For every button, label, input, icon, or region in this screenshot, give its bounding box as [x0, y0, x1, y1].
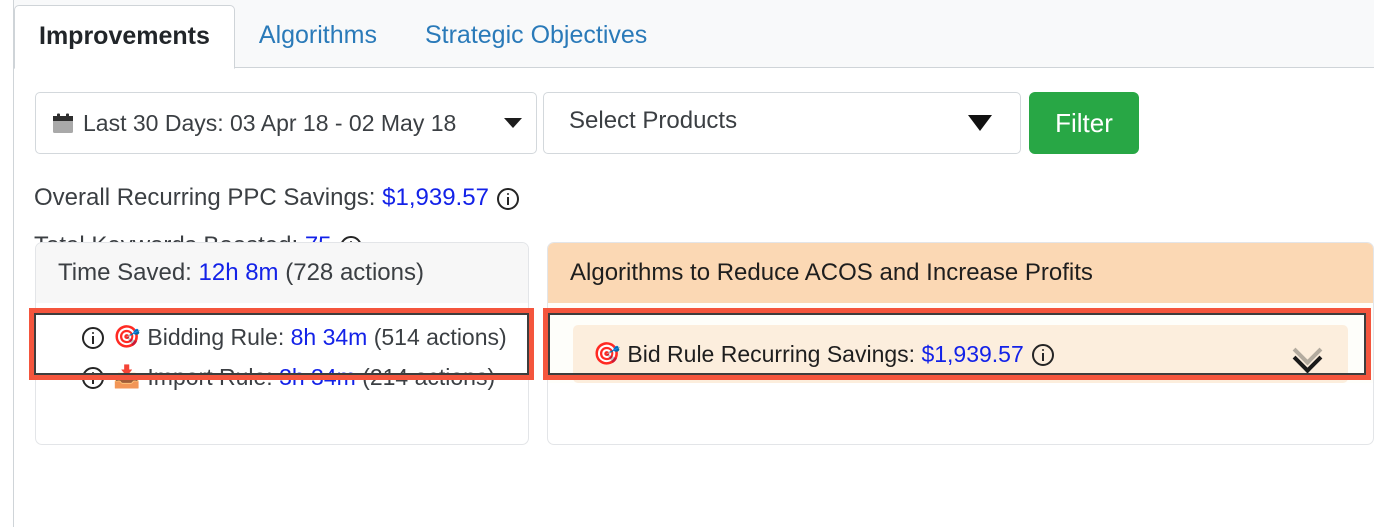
- tab-improvements[interactable]: Improvements: [14, 5, 235, 69]
- info-icon[interactable]: [496, 188, 519, 210]
- dart-target-icon: 🎯: [113, 324, 141, 349]
- algorithms-header[interactable]: Algorithms to Reduce ACOS and Increase P…: [548, 243, 1373, 303]
- import-rule-row: 📥 Import Rule: 3h 34m (214 actions): [36, 357, 528, 397]
- import-rule-value: 3h 34m: [279, 363, 356, 390]
- select-products-value: Select Products: [569, 107, 738, 134]
- bidding-rule-actions: (514 actions): [373, 323, 507, 350]
- filter-toolbar: Last 30 Days: 03 Apr 18 - 02 May 18 Sele…: [35, 92, 1139, 154]
- overall-savings-label: Overall Recurring PPC Savings:: [34, 184, 376, 211]
- tab-improvements-label: Improvements: [39, 22, 210, 50]
- tab-bar: Improvements Algorithms Strategic Object…: [0, 0, 1374, 69]
- bid-rule-savings-value: $1,939.57: [921, 340, 1024, 367]
- time-saved-card: Time Saved: 12h 8m (728 actions) 🎯 Biddi…: [35, 242, 529, 445]
- algorithms-body: 🎯 Bid Rule Recurring Savings: $1,939.57: [548, 303, 1373, 383]
- algorithms-header-title: Algorithms to Reduce ACOS and Increase P…: [570, 259, 1093, 286]
- date-range-value: Last 30 Days: 03 Apr 18 - 02 May 18: [83, 109, 457, 136]
- chevron-down-icon[interactable]: [504, 118, 522, 128]
- import-rule-actions: (214 actions): [362, 363, 496, 390]
- overall-savings-value: $1,939.57: [382, 184, 489, 211]
- bid-rule-savings-row[interactable]: 🎯 Bid Rule Recurring Savings: $1,939.57: [573, 325, 1348, 383]
- info-icon[interactable]: [82, 327, 104, 349]
- import-rule-label: Import Rule:: [147, 363, 273, 390]
- info-icon[interactable]: [82, 367, 104, 389]
- overall-savings-line: Overall Recurring PPC Savings: $1,939.57: [34, 186, 519, 210]
- algorithms-card: Algorithms to Reduce ACOS and Increase P…: [547, 242, 1374, 445]
- time-saved-value: 12h 8m: [198, 259, 279, 286]
- tab-list: Improvements Algorithms Strategic Object…: [14, 4, 671, 69]
- tab-strategic-objectives[interactable]: Strategic Objectives: [401, 4, 671, 68]
- tab-strategic-objectives-label: Strategic Objectives: [424, 21, 648, 49]
- panel-left-edge: [0, 0, 14, 527]
- tab-algorithms-label: Algorithms: [258, 21, 377, 49]
- dart-target-icon: 🎯: [593, 341, 621, 366]
- time-saved-body: 🎯 Bidding Rule: 8h 34m (514 actions) 📥 I…: [36, 303, 528, 397]
- bidding-rule-label: Bidding Rule:: [147, 323, 285, 350]
- time-saved-header[interactable]: Time Saved: 12h 8m (728 actions): [36, 243, 528, 303]
- time-saved-label: Time Saved:: [58, 259, 192, 286]
- double-chevron-down-icon[interactable]: [1292, 335, 1324, 374]
- bid-rule-savings-label: Bid Rule Recurring Savings:: [627, 340, 916, 367]
- bidding-rule-value: 8h 34m: [290, 323, 368, 350]
- date-range-picker[interactable]: Last 30 Days: 03 Apr 18 - 02 May 18: [35, 92, 537, 154]
- time-saved-actions: (728 actions): [285, 259, 424, 286]
- bidding-rule-row: 🎯 Bidding Rule: 8h 34m (514 actions): [36, 317, 528, 357]
- select-products-dropdown[interactable]: Select Products: [543, 92, 1021, 154]
- tab-algorithms[interactable]: Algorithms: [235, 4, 401, 68]
- filter-button[interactable]: Filter: [1029, 92, 1139, 154]
- calendar-icon: [52, 113, 74, 135]
- chevron-down-icon[interactable]: [968, 115, 992, 131]
- import-arrow-icon: 📥: [113, 364, 141, 389]
- info-icon[interactable]: [1031, 344, 1054, 366]
